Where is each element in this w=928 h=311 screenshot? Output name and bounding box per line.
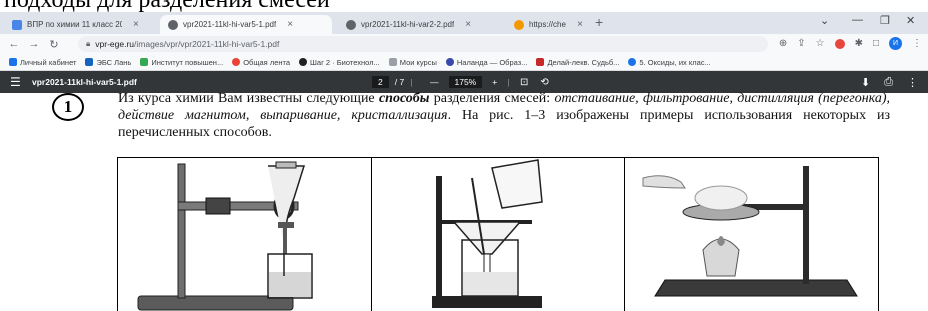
toolbar-divider: | xyxy=(507,77,510,87)
tab-strip: ВПР по химии 11 класс 2021 г. × vpr2021-… xyxy=(0,12,928,34)
close-icon[interactable]: × xyxy=(465,19,471,30)
filtration-drawing xyxy=(431,159,543,308)
bookmark-item[interactable]: ЭБС Лань xyxy=(85,58,131,67)
bookmark-item[interactable]: 5. Оксиды, их клас... xyxy=(628,57,711,67)
tab-label: https://chem11-vpr.sdamgia.ru/ xyxy=(529,20,566,29)
question-intro: Из курса химии Вам известны следующие xyxy=(118,91,379,106)
toolbar-divider: | xyxy=(410,77,413,87)
bookmark-icon xyxy=(299,58,308,66)
bookmark-label: Делай-лекв. Судьб... xyxy=(547,57,620,67)
address-bar[interactable]: 🔒︎ vpr-ege.ru/images/vpr/vpr2021-11kl-hi… xyxy=(78,36,768,52)
bookmark-item[interactable]: Институт повышен... xyxy=(140,58,223,67)
bookmark-label: Шаг 2 · Биотехнол... xyxy=(310,57,380,67)
question-text: Из курса химии Вам известны следующие сп… xyxy=(118,90,890,141)
new-tab-button[interactable]: + xyxy=(595,14,603,30)
page-total: / 7 xyxy=(394,77,405,87)
bookmark-icon xyxy=(85,58,94,66)
menu-dots-icon[interactable]: ⋮ xyxy=(912,38,922,49)
lock-icon[interactable]: 🔒︎ xyxy=(86,39,90,49)
star-icon[interactable]: ☆ xyxy=(816,38,825,49)
address-path: /images/vpr/vpr2021-11kl-hi-var5-1.pdf xyxy=(134,39,280,49)
forward-icon[interactable]: → xyxy=(28,38,40,50)
question-emphasis: способы xyxy=(378,91,430,106)
zoom-out-button[interactable]: — xyxy=(430,77,439,87)
bookmark-icon xyxy=(536,58,545,66)
tab-label: vpr2021-11kl-hi-var5-1.pdf xyxy=(183,20,277,29)
menu-icon[interactable]: ☰ xyxy=(10,71,21,93)
figure-table xyxy=(117,157,879,311)
restore-button[interactable]: ❐ xyxy=(880,14,890,27)
zoom-in-button[interactable]: + xyxy=(492,77,497,87)
bookmark-label: ЭБС Лань xyxy=(96,57,132,67)
tab-vpr-chem[interactable]: ВПР по химии 11 класс 2021 г. × xyxy=(4,15,154,34)
tab-label: ВПР по химии 11 класс 2021 г. xyxy=(27,20,122,29)
tab-label: vpr2021-11kl-hi-var2-2.pdf xyxy=(361,20,455,29)
reload-icon[interactable]: ↻ xyxy=(48,38,60,51)
close-icon[interactable]: × xyxy=(577,19,583,30)
bookmark-label: Наланда — Образ... xyxy=(456,57,528,67)
extensions-puzzle-icon[interactable]: ✱ xyxy=(855,38,863,49)
bookmarks-bar: Личный кабинет ЭБС Лань Институт повышен… xyxy=(0,54,928,71)
chevron-down-icon[interactable]: ⌄ xyxy=(820,14,829,27)
separatory-funnel-drawing xyxy=(137,161,313,311)
zoom-level-input[interactable]: 175% xyxy=(448,76,483,88)
globe-icon xyxy=(168,19,178,30)
tab-var2-pdf[interactable]: vpr2021-11kl-hi-var2-2.pdf × xyxy=(338,15,503,34)
tab-var5-pdf[interactable]: vpr2021-11kl-hi-var5-1.pdf × xyxy=(160,15,332,34)
more-icon[interactable]: ⋮ xyxy=(907,76,918,89)
bookmark-label: Институт повышен... xyxy=(151,57,224,67)
bookmark-item[interactable]: Мои курсы xyxy=(388,57,437,67)
sdamgia-icon xyxy=(514,19,524,30)
bookmark-item[interactable]: Делай-лекв. Судьб... xyxy=(536,58,619,67)
bookmark-item[interactable]: Наланда — Образ... xyxy=(445,57,528,67)
address-domain: vpr-ege.ru xyxy=(95,39,135,49)
document-icon xyxy=(12,19,22,30)
globe-icon xyxy=(346,19,356,30)
download-icon[interactable]: ⬇ xyxy=(861,76,870,89)
toolbar-actions: ⊕ ⇪ ☆ ✱ □ И ⋮ xyxy=(779,37,922,50)
avatar[interactable]: И xyxy=(889,37,902,50)
close-icon[interactable]: × xyxy=(287,19,293,30)
bookmark-icon xyxy=(628,58,637,66)
rotate-icon[interactable]: ⟲ xyxy=(540,77,548,88)
fit-page-icon[interactable]: ⊡ xyxy=(520,77,528,88)
bookmark-icon xyxy=(388,58,397,66)
question-number: 1 xyxy=(52,93,84,121)
tab-sdamgia[interactable]: https://chem11-vpr.sdamgia.ru/ × xyxy=(506,15,591,34)
bookmark-item[interactable]: Личный кабинет xyxy=(9,58,76,67)
figure-1-separatory-funnel xyxy=(118,158,372,311)
evaporation-drawing xyxy=(642,166,859,297)
page-number-input[interactable]: 2 xyxy=(372,76,389,88)
close-icon[interactable]: × xyxy=(133,19,139,30)
question-intro-end: разделения смесей: xyxy=(429,91,555,106)
bookmark-item[interactable]: Шаг 2 · Биотехнол... xyxy=(299,58,380,67)
figure-2-filtration xyxy=(372,158,626,311)
print-icon[interactable]: ⎙ xyxy=(884,76,893,89)
side-panel-icon[interactable]: □ xyxy=(873,38,879,49)
close-window-button[interactable]: ✕ xyxy=(906,14,915,27)
bookmark-label: 5. Оксиды, их клас... xyxy=(639,57,711,67)
back-icon[interactable]: ← xyxy=(8,38,20,50)
share-icon[interactable]: ⇪ xyxy=(797,38,805,49)
extension-icon[interactable] xyxy=(834,38,845,49)
browser-toolbar: ← → ↻ 🔒︎ vpr-ege.ru/images/vpr/vpr2021-1… xyxy=(0,34,928,54)
figure-3-evaporation xyxy=(625,158,878,311)
bookmark-label: Мои курсы xyxy=(399,57,437,67)
pdf-page: 1 Из курса химии Вам известны следующие … xyxy=(0,90,928,311)
bookmark-icon xyxy=(232,58,241,66)
zoom-icon[interactable]: ⊕ xyxy=(779,38,787,49)
bookmark-label: Общая лента xyxy=(243,57,291,67)
bookmark-item[interactable]: Общая лента xyxy=(232,58,290,67)
bookmark-icon xyxy=(9,58,17,66)
bookmark-icon xyxy=(445,58,454,66)
bookmark-label: Личный кабинет xyxy=(20,57,77,67)
bookmark-icon xyxy=(140,58,149,66)
minimize-button[interactable]: — xyxy=(852,14,863,26)
